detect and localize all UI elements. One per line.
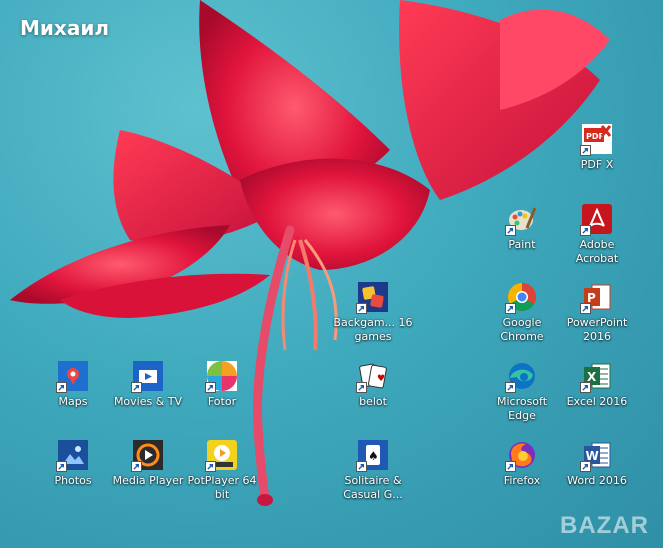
solitaire-icon: ♠ xyxy=(356,440,388,472)
shortcut-arrow-icon xyxy=(356,461,367,472)
desktop-icon-potplayer[interactable]: PotPlayer 64 bit xyxy=(182,440,262,502)
desktop-icon-acrobat[interactable]: Adobe Acrobat xyxy=(557,204,637,266)
firefox-icon xyxy=(505,440,537,472)
svg-text:PDF: PDF xyxy=(586,132,604,141)
icon-label: Microsoft Edge xyxy=(496,395,548,422)
desktop-icon-fotor[interactable]: Fotor xyxy=(182,361,262,409)
media-player-icon xyxy=(131,440,163,472)
maps-icon xyxy=(56,361,88,393)
icon-label: Adobe Acrobat xyxy=(575,238,619,265)
icon-label: PotPlayer 64 bit xyxy=(187,474,257,501)
shortcut-arrow-icon xyxy=(505,461,516,472)
icon-label: PDF X xyxy=(580,158,614,171)
shortcut-arrow-icon xyxy=(131,461,142,472)
user-name: Михаил xyxy=(20,16,109,40)
icon-label: Photos xyxy=(54,474,92,487)
desktop-icon-word[interactable]: W Word 2016 xyxy=(557,440,637,488)
desktop-icon-solitaire[interactable]: ♠ Solitaire & Casual G... xyxy=(333,440,413,502)
desktop-icon-pdf-x[interactable]: PDF PDF X xyxy=(557,124,637,172)
paint-icon xyxy=(505,204,537,236)
shortcut-arrow-icon xyxy=(356,382,367,393)
icon-label: belot xyxy=(359,395,387,408)
desktop-icon-firefox[interactable]: Firefox xyxy=(482,440,562,488)
desktop-icon-edge[interactable]: Microsoft Edge xyxy=(482,361,562,423)
shortcut-arrow-icon xyxy=(580,225,591,236)
word-icon: W xyxy=(580,440,612,472)
desktop-icon-media-player[interactable]: Media Player xyxy=(108,440,188,488)
photos-icon xyxy=(56,440,88,472)
shortcut-arrow-icon xyxy=(205,382,216,393)
excel-icon: X xyxy=(580,361,612,393)
icon-label: PowerPoint 2016 xyxy=(566,316,628,343)
icon-label: Movies & TV xyxy=(113,395,183,408)
shortcut-arrow-icon xyxy=(505,382,516,393)
svg-text:♥: ♥ xyxy=(377,374,385,384)
shortcut-arrow-icon xyxy=(356,303,367,314)
icon-label: Fotor xyxy=(207,395,237,408)
icon-label: Maps xyxy=(58,395,88,408)
desktop-icon-chrome[interactable]: Google Chrome xyxy=(482,282,562,344)
icon-label: Excel 2016 xyxy=(566,395,628,408)
desktop-icon-belot[interactable]: ♥ belot xyxy=(333,361,413,409)
fotor-icon xyxy=(205,361,237,393)
acrobat-icon xyxy=(580,204,612,236)
edge-icon xyxy=(505,361,537,393)
cards-icon: ♥ xyxy=(356,361,388,393)
icon-label: Solitaire & Casual G... xyxy=(343,474,403,501)
desktop-icon-excel[interactable]: X Excel 2016 xyxy=(557,361,637,409)
powerpoint-icon: P xyxy=(580,282,612,314)
svg-text:♠: ♠ xyxy=(368,449,379,463)
shortcut-arrow-icon xyxy=(580,145,591,156)
icon-label: Word 2016 xyxy=(567,474,627,487)
desktop-icon-movies-tv[interactable]: Movies & TV xyxy=(108,361,188,409)
chrome-icon xyxy=(505,282,537,314)
shortcut-arrow-icon xyxy=(580,461,591,472)
desktop-icon-maps[interactable]: Maps xyxy=(33,361,113,409)
desktop-icon-paint[interactable]: Paint xyxy=(482,204,562,252)
movies-tv-icon xyxy=(131,361,163,393)
shortcut-arrow-icon xyxy=(56,461,67,472)
icon-label: Backgam... 16 games xyxy=(333,316,413,343)
icon-label: Google Chrome xyxy=(500,316,544,343)
shortcut-arrow-icon xyxy=(131,382,142,393)
shortcut-arrow-icon xyxy=(205,461,216,472)
icon-label: Paint xyxy=(508,238,536,251)
shortcut-arrow-icon xyxy=(505,303,516,314)
shortcut-arrow-icon xyxy=(505,225,516,236)
shortcut-arrow-icon xyxy=(56,382,67,393)
desktop-icon-powerpoint[interactable]: P PowerPoint 2016 xyxy=(557,282,637,344)
desktop-icon-backgammon[interactable]: Backgam... 16 games xyxy=(333,282,413,344)
pdf-x-icon: PDF xyxy=(580,124,612,156)
backgammon-icon xyxy=(356,282,388,314)
desktop-icon-photos[interactable]: Photos xyxy=(33,440,113,488)
shortcut-arrow-icon xyxy=(580,303,591,314)
icon-label: Firefox xyxy=(503,474,541,487)
watermark: BAZAR xyxy=(560,512,649,539)
shortcut-arrow-icon xyxy=(580,382,591,393)
potplayer-icon xyxy=(205,440,237,472)
icon-label: Media Player xyxy=(112,474,184,487)
